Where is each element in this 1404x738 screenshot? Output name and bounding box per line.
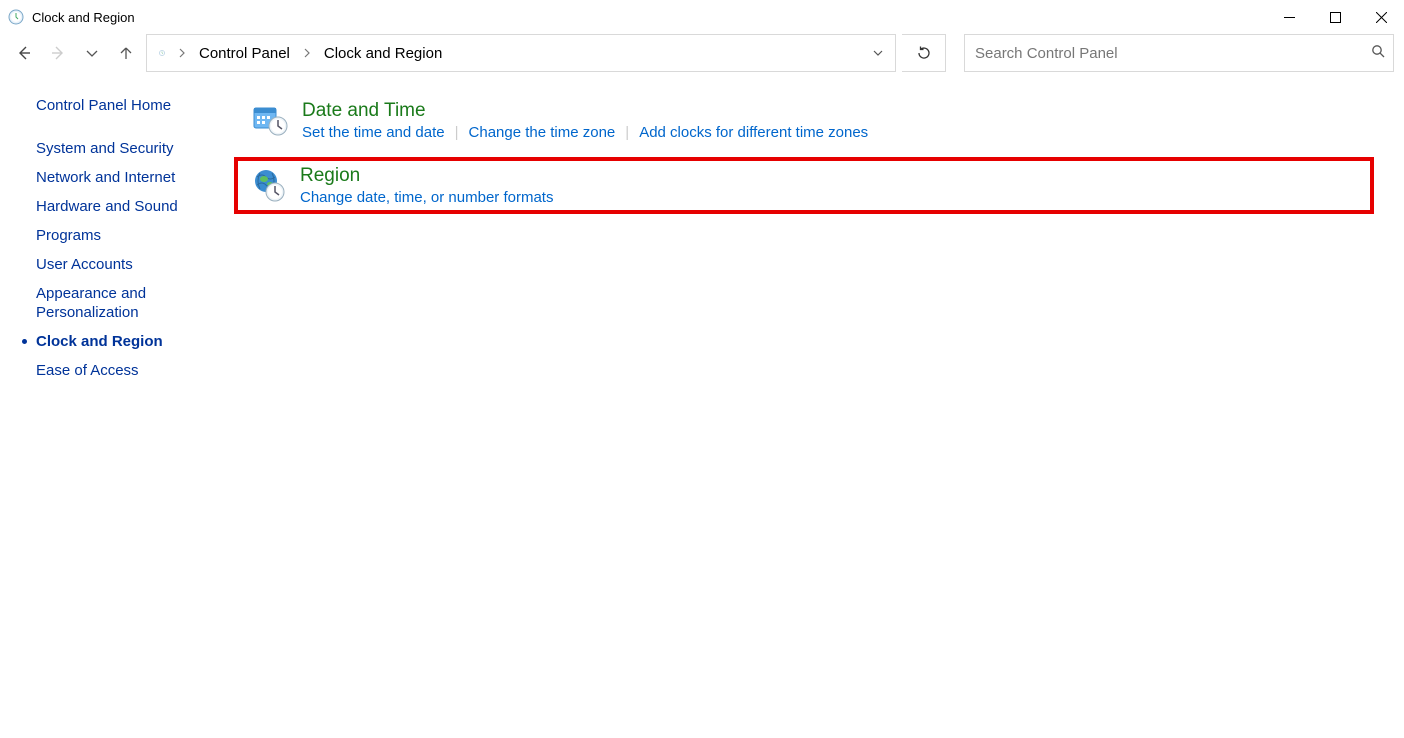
search-input[interactable]: [973, 44, 1371, 63]
sidebar-item[interactable]: Hardware and Sound: [36, 197, 230, 216]
calendar-clock-icon: [248, 100, 292, 138]
globe-clock-icon: [246, 165, 290, 203]
sidebar-item[interactable]: Network and Internet: [36, 168, 230, 187]
sidebar-item[interactable]: Programs: [36, 226, 230, 245]
main-panel: Date and TimeSet the time and date|Chang…: [240, 96, 1404, 390]
sidebar: Control Panel Home System and Security Net…: [0, 96, 240, 390]
sidebar-item[interactable]: System and Security: [36, 139, 230, 158]
category-title[interactable]: Date and Time: [302, 100, 868, 122]
location-icon: [153, 44, 171, 62]
minimize-button[interactable]: [1266, 0, 1312, 34]
search-icon: [1371, 44, 1385, 62]
sidebar-item[interactable]: User Accounts: [36, 255, 230, 274]
category-sublink[interactable]: Set the time and date: [302, 124, 445, 141]
sidebar-item[interactable]: Ease of Access: [36, 361, 230, 380]
link-divider: |: [615, 124, 639, 141]
chevron-right-icon[interactable]: [296, 48, 318, 58]
category: Region Change date, time, or number forma…: [234, 157, 1374, 214]
up-button[interactable]: [112, 39, 140, 67]
category: Date and TimeSet the time and date|Chang…: [240, 96, 1374, 145]
search-box[interactable]: [964, 34, 1394, 72]
back-button[interactable]: [10, 39, 38, 67]
sidebar-home[interactable]: Control Panel Home: [36, 96, 230, 115]
close-button[interactable]: [1358, 0, 1404, 34]
forward-button[interactable]: [44, 39, 72, 67]
breadcrumb-item[interactable]: Control Panel: [193, 45, 296, 62]
category-sublink[interactable]: Add clocks for different time zones: [639, 124, 868, 141]
category-title[interactable]: Region: [300, 165, 553, 187]
window-title: Clock and Region: [32, 10, 135, 25]
recent-locations-button[interactable]: [78, 39, 106, 67]
category-sublink[interactable]: Change the time zone: [469, 124, 616, 141]
maximize-button[interactable]: [1312, 0, 1358, 34]
sidebar-item[interactable]: Clock and Region: [36, 332, 230, 351]
app-icon: [8, 9, 24, 25]
link-divider: |: [445, 124, 469, 141]
address-bar[interactable]: Control Panel Clock and Region: [146, 34, 896, 72]
chevron-right-icon[interactable]: [171, 48, 193, 58]
content-area: Control Panel Home System and Security Net…: [0, 72, 1404, 390]
title-bar: Clock and Region: [0, 0, 1404, 34]
category-sublink[interactable]: Change date, time, or number formats: [300, 189, 553, 206]
breadcrumb-item[interactable]: Clock and Region: [318, 45, 448, 62]
address-dropdown-button[interactable]: [865, 35, 891, 71]
sidebar-item[interactable]: Appearance and Personalization: [36, 284, 230, 322]
toolbar: Control Panel Clock and Region: [0, 34, 1404, 72]
refresh-button[interactable]: [902, 34, 946, 72]
